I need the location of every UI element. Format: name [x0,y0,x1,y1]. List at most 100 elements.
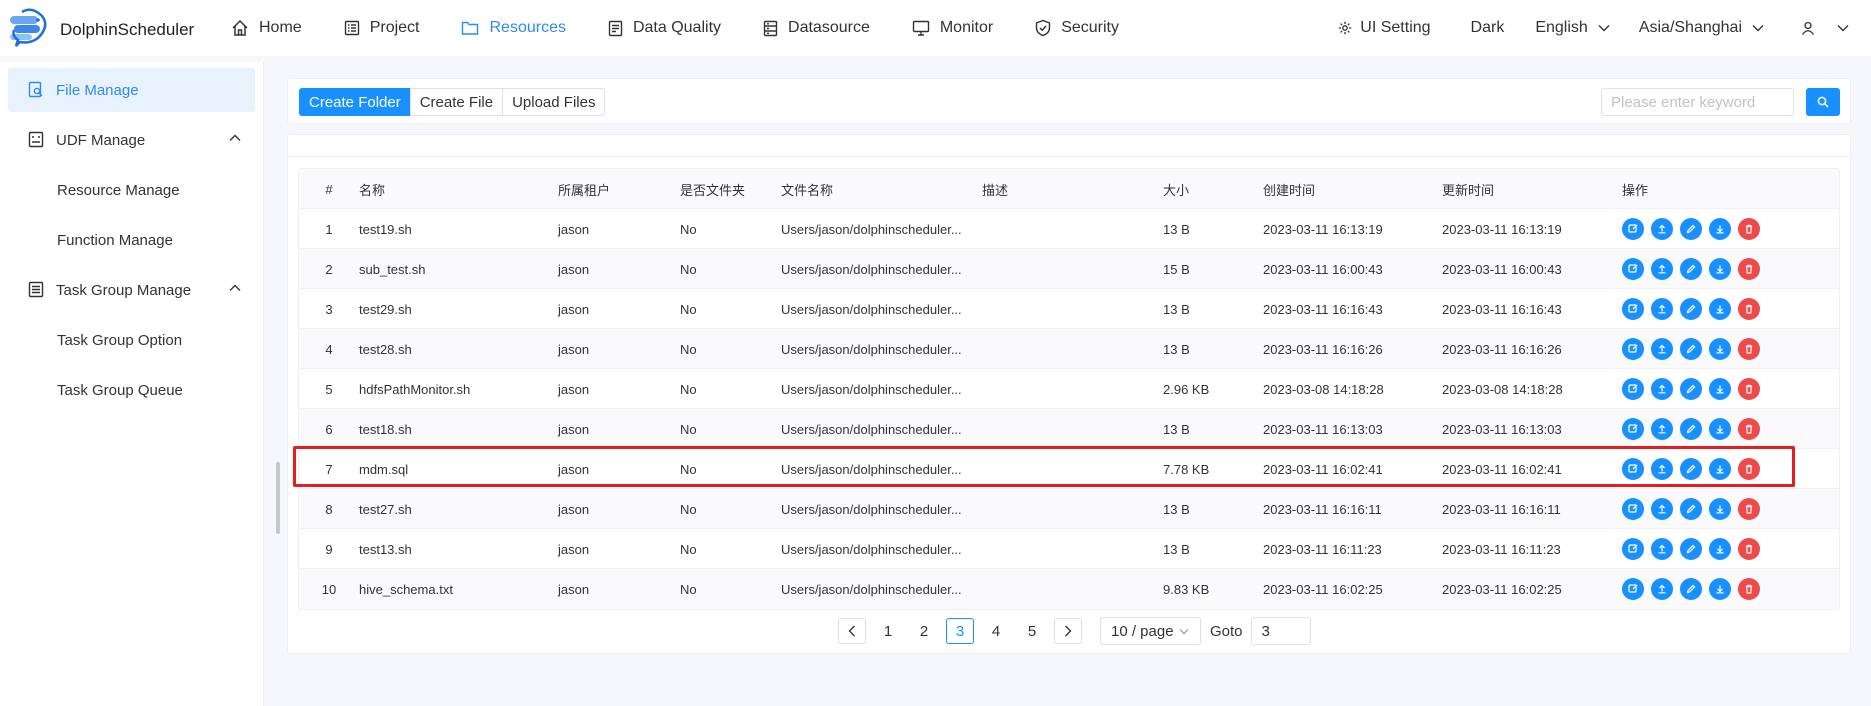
search-button[interactable] [1806,88,1840,116]
edit-button[interactable] [1622,418,1644,440]
download-button[interactable] [1709,578,1731,600]
edit-button[interactable] [1622,378,1644,400]
reupload-button[interactable] [1651,418,1673,440]
reupload-button[interactable] [1651,298,1673,320]
nav-resources[interactable]: Resources [440,0,586,56]
row-actions [1622,249,1767,289]
resource-name-link[interactable]: test28.sh [359,329,412,369]
prev-page-button[interactable] [838,618,866,644]
delete-button[interactable] [1738,418,1760,440]
edit-button[interactable] [1622,538,1644,560]
sidebar-item-resource-manage[interactable]: Resource Manage [8,168,255,212]
next-page-button[interactable] [1054,618,1082,644]
nav-datasource[interactable]: Datasource [742,0,891,56]
ui-setting-button[interactable]: UI Setting [1325,19,1443,37]
delete-button[interactable] [1738,338,1760,360]
rename-button[interactable] [1680,298,1702,320]
delete-button[interactable] [1738,218,1760,240]
nav-monitor[interactable]: Monitor [891,0,1014,56]
resource-name-link[interactable]: hive_schema.txt [359,569,453,609]
sidebar-item-task-group-queue[interactable]: Task Group Queue [8,368,255,412]
edit-button[interactable] [1622,218,1644,240]
page-5-button[interactable]: 5 [1018,618,1046,644]
timezone-select[interactable]: Asia/Shanghai [1631,19,1785,37]
delete-button[interactable] [1738,378,1760,400]
rename-button[interactable] [1680,538,1702,560]
delete-button[interactable] [1738,498,1760,520]
reupload-button[interactable] [1651,218,1673,240]
reupload-button[interactable] [1651,578,1673,600]
rename-button[interactable] [1680,258,1702,280]
page-4-button[interactable]: 4 [982,618,1010,644]
reupload-button[interactable] [1651,338,1673,360]
trash-icon [1745,584,1753,594]
reupload-button[interactable] [1651,378,1673,400]
language-select[interactable]: English [1517,19,1630,37]
delete-button[interactable] [1738,538,1760,560]
download-button[interactable] [1709,298,1731,320]
edit-button[interactable] [1622,578,1644,600]
nav-home[interactable]: Home [210,0,323,56]
download-button[interactable] [1709,258,1731,280]
trash-icon [1745,264,1753,274]
download-button[interactable] [1709,378,1731,400]
reupload-button[interactable] [1651,538,1673,560]
resource-name-link[interactable]: test29.sh [359,289,412,329]
tenant-cell: jason [558,301,590,317]
nav-project[interactable]: Project [323,0,441,56]
sidebar-item-task-group-manage[interactable]: Task Group Manage [8,268,255,312]
resource-name-link[interactable]: test27.sh [359,489,412,529]
user-menu[interactable] [1785,21,1871,35]
download-button[interactable] [1709,218,1731,240]
edit-button[interactable] [1622,338,1644,360]
resource-name-link[interactable]: hdfsPathMonitor.sh [359,369,470,409]
sidebar-item-function-manage[interactable]: Function Manage [8,218,255,262]
download-button[interactable] [1709,418,1731,440]
delete-button[interactable] [1738,258,1760,280]
sidebar-item-udf-manage[interactable]: UDF Manage [8,118,255,162]
edit-button[interactable] [1622,258,1644,280]
reupload-button[interactable] [1651,498,1673,520]
sidebar-item-file-manage[interactable]: File Manage [8,68,255,112]
resource-name-link[interactable]: sub_test.sh [359,249,426,289]
sidebar-scrollbar[interactable] [276,462,280,534]
resource-name-link[interactable]: test18.sh [359,409,412,449]
nav-data-quality[interactable]: Data Quality [587,0,742,56]
resource-name-link[interactable]: test19.sh [359,209,412,249]
column-header[interactable]: 名称 [359,169,385,209]
download-button[interactable] [1709,538,1731,560]
folder-icon [462,21,479,35]
edit-button[interactable] [1622,298,1644,320]
reupload-button[interactable] [1651,258,1673,280]
rename-button[interactable] [1680,498,1702,520]
page-size-select[interactable]: 10 / page [1100,617,1201,645]
create-folder-button[interactable]: Create Folder [299,88,411,116]
created-time-cell: 2023-03-11 16:11:23 [1263,541,1382,557]
download-button[interactable] [1709,338,1731,360]
logo[interactable]: DolphinScheduler [0,0,210,56]
page-1-button[interactable]: 1 [874,618,902,644]
rename-button[interactable] [1680,418,1702,440]
theme-toggle[interactable]: Dark [1444,19,1518,37]
nav-security[interactable]: Security [1014,0,1140,56]
delete-button[interactable] [1738,298,1760,320]
rename-button[interactable] [1680,578,1702,600]
table-row: 9 test13.sh jason No Users/jason/dolphinsche… [299,529,1839,569]
page-2-button[interactable]: 2 [910,618,938,644]
search-input[interactable]: Please enter keyword [1601,88,1794,116]
download-button[interactable] [1709,498,1731,520]
resource-name-link[interactable]: test13.sh [359,529,412,569]
create-file-button[interactable]: Create File [409,88,504,116]
is-directory-cell: No [680,581,697,597]
rename-button[interactable] [1680,218,1702,240]
rename-button[interactable] [1680,378,1702,400]
edit-icon [1628,224,1638,233]
sidebar-item-task-group-option[interactable]: Task Group Option [8,318,255,362]
rename-button[interactable] [1680,338,1702,360]
edit-button[interactable] [1622,498,1644,520]
upload-files-button[interactable]: Upload Files [502,88,606,116]
delete-button[interactable] [1738,578,1760,600]
gear-icon [1339,21,1352,35]
page-3-button[interactable]: 3 [946,618,974,644]
goto-page-input[interactable]: 3 [1250,617,1311,645]
